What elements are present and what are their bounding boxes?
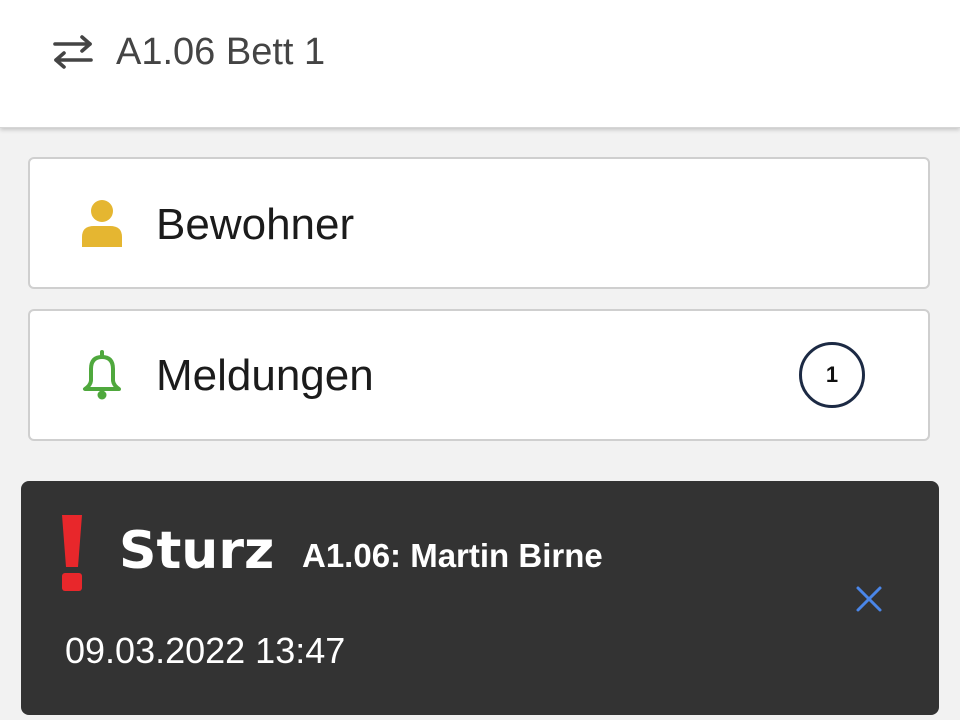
swap-arrows-icon[interactable] xyxy=(50,34,96,70)
meldungen-label: Meldungen xyxy=(156,351,374,400)
bewohner-card[interactable]: Bewohner xyxy=(28,157,930,289)
alert-resident: A1.06: Martin Birne xyxy=(302,537,603,574)
person-icon xyxy=(82,200,122,247)
notification-count-badge: 1 xyxy=(799,342,865,408)
bewohner-label: Bewohner xyxy=(156,200,355,249)
close-icon[interactable] xyxy=(853,583,885,615)
alert-type: Sturz xyxy=(119,521,275,581)
bell-icon xyxy=(83,350,121,400)
alert-timestamp: 09.03.2022 13:47 xyxy=(65,630,346,671)
exclamation-icon xyxy=(62,515,82,591)
alert-notification: Sturz A1.06: Martin Birne 09.03.2022 13:… xyxy=(21,481,939,715)
meldungen-card[interactable]: Meldungen 1 xyxy=(28,309,930,441)
app-header: A1.06 Bett 1 xyxy=(0,0,960,128)
page-title: A1.06 Bett 1 xyxy=(116,31,326,73)
